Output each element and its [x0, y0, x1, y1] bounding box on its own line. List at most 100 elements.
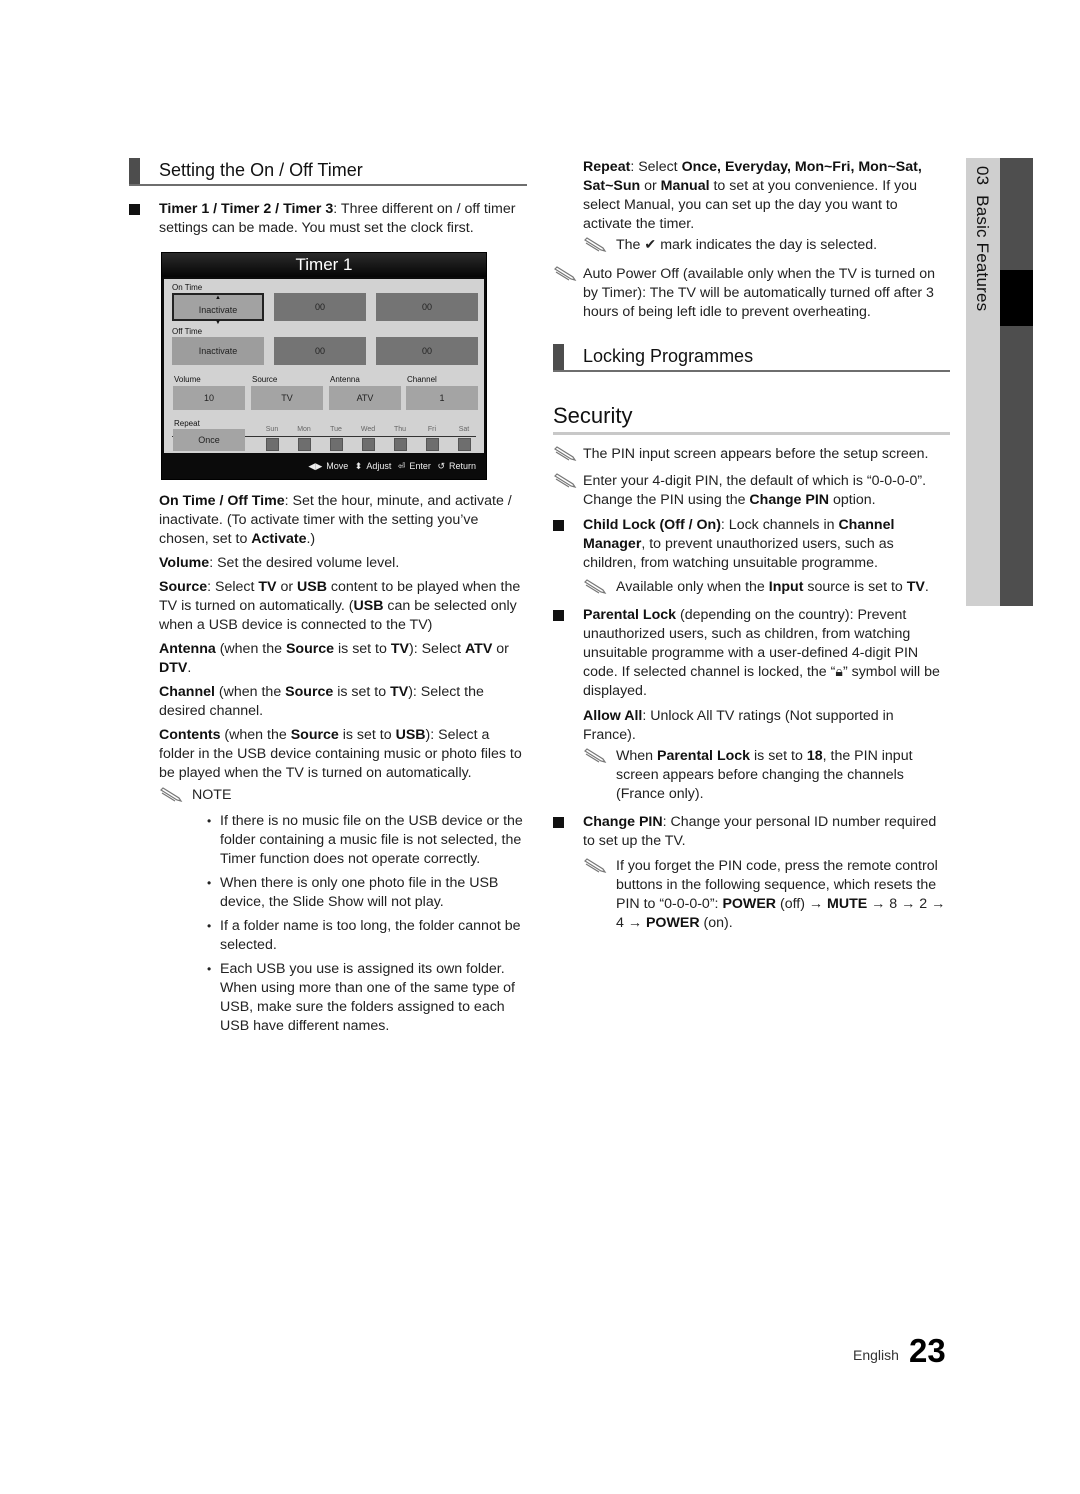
day-mon[interactable]: Mon [292, 426, 316, 451]
square-bullet-icon [553, 520, 564, 531]
off-time-minute-field[interactable]: 00 [376, 337, 478, 365]
day-sat[interactable]: Sat [452, 426, 476, 451]
pencil-note-icon [583, 858, 609, 874]
antenna-para: Antenna (when the Source is set to TV): … [159, 641, 509, 676]
checkbox-icon [425, 438, 439, 451]
notes-list: • If there is no music file on the USB de… [207, 812, 527, 1036]
off-time-label: Off Time [172, 327, 203, 336]
section-header-timer: Setting the On / Off Timer [129, 158, 527, 186]
note-item: • If there is no music file on the USB de… [207, 813, 523, 867]
day-tue[interactable]: Tue [324, 426, 348, 451]
source-label: Source [252, 375, 278, 384]
day-label: Mon [297, 426, 311, 433]
section-title: Setting the On / Off Timer [159, 160, 363, 180]
channel-label: Channel [407, 375, 437, 384]
chapter-label: 03 Basic Features [973, 166, 992, 312]
day-label: Thu [393, 426, 407, 433]
osd-footer: ◀▶ Move ⬍ Adjust ⏎ Enter ↺ Return [162, 453, 486, 479]
section-header-locking: Locking Programmes [553, 344, 950, 372]
repeat-para: Repeat: Select Once, Everyday, Mon~Fri, … [583, 159, 922, 232]
volume-field[interactable]: 10 [173, 386, 245, 410]
source-para: Source: Select TV or USB content to be p… [159, 579, 521, 633]
change-pin-item: Change PIN: Change your personal ID numb… [553, 813, 950, 933]
note-label: NOTE [192, 787, 232, 803]
left-column: Setting the On / Off Timer Timer 1 / Tim… [129, 158, 527, 1041]
note-header: NOTE [159, 786, 527, 805]
pencil-note-icon [159, 787, 185, 803]
parental-lock-note: When Parental Lock is set to 18, the PIN… [583, 747, 950, 804]
section-marker [129, 158, 140, 184]
return-hint: Return [448, 461, 476, 471]
volume-para: Volume: Set the desired volume level. [159, 555, 400, 571]
antenna-label: Antenna [330, 375, 360, 384]
square-bullet-icon [553, 817, 564, 828]
repeat-block: Repeat: Select Once, Everyday, Mon~Fri, … [553, 158, 950, 255]
repeat-field[interactable]: Once [173, 429, 245, 451]
on-time-hour-field[interactable]: 00 [274, 293, 366, 321]
pencil-note-icon [553, 473, 579, 489]
allow-all-para: Allow All: Unlock All TV ratings (Not su… [583, 708, 894, 743]
parental-lock-item: Parental Lock (depending on the country)… [553, 606, 950, 804]
security-note: The PIN input screen appears before the … [553, 445, 950, 464]
day-fri[interactable]: Fri [420, 426, 444, 451]
channel-para: Channel (when the Source is set to TV): … [159, 684, 484, 719]
section-title: Locking Programmes [583, 346, 754, 366]
arrow-up-icon: ▲ [215, 295, 221, 301]
pencil-note-icon [553, 446, 579, 462]
child-lock-item: Child Lock (Off / On): Lock channels in … [553, 516, 950, 597]
antenna-field[interactable]: ATV [329, 386, 401, 410]
pin-note: Enter your 4-digit PIN, the default of w… [553, 472, 950, 510]
return-icon: ↺ [437, 461, 445, 471]
day-label: Tue [330, 426, 342, 433]
check-note: The ✔ mark indicates the day is selected… [583, 236, 950, 255]
source-field[interactable]: TV [251, 386, 323, 410]
side-tab-marker [1000, 270, 1033, 326]
on-time-state-field[interactable]: ▲ Inactivate ▼ [172, 293, 264, 326]
checkbox-icon [329, 438, 343, 451]
repeat-label: Repeat [174, 419, 200, 428]
volume-label: Volume [174, 375, 201, 384]
osd-body: On Time ▲ Inactivate ▼ 00 00 Off Time In… [164, 279, 484, 453]
move-hint: Move [326, 461, 349, 471]
pencil-note-icon [553, 266, 579, 282]
on-time-state-value: Inactivate [198, 305, 238, 315]
adjust-hint: Adjust [366, 461, 392, 471]
section-marker [553, 344, 564, 370]
channel-field[interactable]: 1 [406, 386, 478, 410]
day-label: Fri [427, 426, 437, 433]
on-time-minute-field[interactable]: 00 [376, 293, 478, 321]
auto-power-note: Auto Power Off (available only when the … [553, 265, 950, 322]
right-column: Repeat: Select Once, Everyday, Mon~Fri, … [553, 158, 950, 933]
timer-osd-screenshot: Timer 1 On Time ▲ Inactivate ▼ 00 00 Off… [161, 252, 487, 480]
day-sun[interactable]: Sun [260, 426, 284, 451]
square-bullet-icon [129, 204, 140, 215]
contents-para: Contents (when the Source is set to USB)… [159, 727, 522, 781]
off-time-hour-field[interactable]: 00 [274, 337, 366, 365]
checkbox-icon [361, 438, 375, 451]
off-time-state-field[interactable]: Inactivate [172, 337, 264, 365]
side-tab-strip [1000, 158, 1033, 606]
move-icon: ◀▶ [308, 461, 323, 471]
timer-descriptions: On Time / Off Time: Set the hour, minute… [129, 492, 527, 1036]
pencil-note-icon [583, 579, 609, 595]
osd-title: Timer 1 [162, 253, 486, 277]
footer-language: English [853, 1347, 899, 1363]
square-bullet-icon [553, 610, 564, 621]
on-off-time-para: On Time / Off Time: Set the hour, minute… [159, 493, 512, 547]
on-time-label: On Time [172, 283, 203, 292]
note-item: • Each USB you use is assigned its own fo… [207, 961, 515, 1034]
checkbox-icon [265, 438, 279, 451]
checkbox-icon [457, 438, 471, 451]
child-lock-note: Available only when the Input source is … [583, 578, 950, 597]
adjust-icon: ⬍ [354, 461, 363, 471]
checkmark-icon: ✔ [644, 237, 657, 253]
day-label: Sun [265, 426, 279, 433]
checkbox-icon [297, 438, 311, 451]
day-wed[interactable]: Wed [356, 426, 380, 451]
day-label: Sat [458, 426, 470, 433]
security-heading: Security [553, 402, 950, 435]
arrow-down-icon: ▼ [215, 320, 221, 326]
pencil-note-icon [583, 748, 609, 764]
day-thu[interactable]: Thu [388, 426, 412, 451]
bold-term: Timer 1 / Timer 2 / Timer 3 [159, 201, 334, 217]
